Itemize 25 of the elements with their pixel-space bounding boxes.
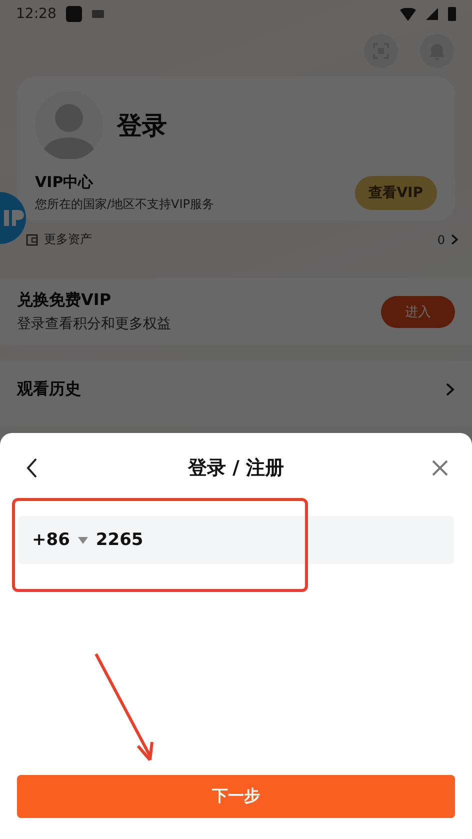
signal-icon	[426, 8, 438, 20]
next-button[interactable]: 下一步	[17, 775, 455, 818]
vip-notice: 您所在的国家/地区不支持VIP服务	[35, 196, 214, 213]
history-row[interactable]: 观看历史	[0, 361, 472, 426]
clock: 12:28	[16, 6, 56, 22]
vip-center-title: VIP中心	[35, 173, 94, 192]
wallet-icon	[26, 234, 38, 246]
country-code[interactable]: +86	[32, 530, 70, 550]
view-vip-button[interactable]: 查看VIP	[354, 176, 437, 210]
enter-button[interactable]: 进入	[381, 296, 455, 328]
app-icon	[66, 6, 82, 22]
chevron-right-icon	[446, 383, 455, 396]
wifi-icon	[400, 8, 416, 20]
vip-badge-icon[interactable]	[0, 192, 26, 244]
more-assets-label[interactable]: 更多资产	[44, 231, 92, 248]
battery-icon	[448, 7, 456, 21]
chevron-right-icon[interactable]	[451, 234, 458, 245]
login-title[interactable]: 登录	[117, 108, 167, 142]
history-title: 观看历史	[17, 379, 81, 400]
assets-count: 0	[437, 232, 445, 246]
dropdown-icon[interactable]	[78, 536, 88, 544]
phone-field[interactable]: +86 2265	[18, 516, 454, 564]
redeem-title: 兑换免费VIP	[17, 290, 112, 311]
sheet-title: 登录 / 注册	[188, 456, 284, 481]
redeem-subtitle: 登录查看积分和更多权益	[17, 315, 171, 333]
